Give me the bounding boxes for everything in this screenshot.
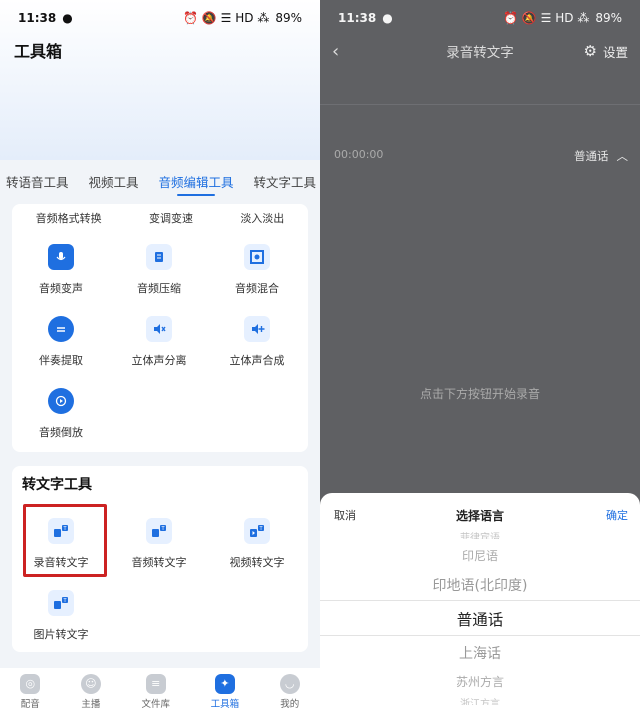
record-hint: 点击下方按钮开始录音: [419, 387, 540, 401]
toolbox-icon: ✦: [214, 673, 235, 694]
mix-icon: [244, 244, 270, 270]
tool-stereo-split[interactable]: 立体声分离: [110, 316, 208, 388]
gear-icon: ⚙: [583, 42, 597, 60]
sheet-title: 选择语言: [455, 509, 504, 523]
chevron-up-icon: ︿: [616, 149, 629, 163]
microphone-icon: [48, 244, 74, 270]
page-title: 工具箱: [14, 42, 63, 61]
dubbing-icon: ◎: [20, 673, 41, 694]
language-selector[interactable]: 普通话 ︿: [574, 148, 628, 164]
video-to-text-icon: T: [244, 518, 270, 544]
picker-option[interactable]: 浙江方言: [320, 695, 640, 705]
bottom-nav: ◎ 配音 ☺ 主播 ≡ 文件库 ✦ 工具箱 ◡ 我的: [0, 668, 320, 715]
picker-option[interactable]: 菲律宾语: [320, 529, 640, 539]
nav-anchor[interactable]: ☺ 主播: [80, 673, 101, 710]
tab-audio-edit[interactable]: 音频编辑工具: [149, 166, 244, 196]
tool-pitch-speed[interactable]: 变调变速: [149, 210, 193, 226]
tab-to-text[interactable]: 转文字工具: [244, 166, 320, 194]
tool-tabs: 转语音工具 视频工具 音频编辑工具 转文字工具: [0, 166, 320, 196]
status-bar: 11:38 ● ⏰ 🔕 ☰ HD ⁂ 89%: [0, 0, 320, 36]
picker-option[interactable]: 印地语(北印度): [320, 575, 640, 595]
tool-audio-compress[interactable]: 音频压缩: [110, 244, 208, 316]
wechat-icon: ●: [382, 11, 393, 25]
toolbox-screen: 11:38 ● ⏰ 🔕 ☰ HD ⁂ 89% 工具箱 转语音工具 视频工具 音频…: [0, 0, 320, 715]
tool-format-convert[interactable]: 音频格式转换: [36, 210, 102, 226]
highlight-box: [23, 504, 107, 577]
speaker-merge-icon: [244, 316, 270, 342]
extract-icon: [48, 316, 74, 342]
audio-tools-card: 音频格式转换 变调变速 淡入淡出 音频变声 音频压缩 音频混合 伴奏提取 立体声…: [12, 204, 308, 452]
tool-audio-mix[interactable]: 音频混合: [208, 244, 306, 316]
compress-icon: [146, 244, 172, 270]
audio-top-row: 音频格式转换 变调变速 淡入淡出: [12, 204, 308, 226]
tool-audio-reverse[interactable]: 音频倒放: [12, 388, 110, 460]
nav-files[interactable]: ≡ 文件库: [141, 673, 170, 710]
status-icons: ⏰ 🔕 ☰ HD ⁂: [503, 11, 590, 25]
wechat-icon: ●: [62, 11, 73, 25]
tool-image-to-text[interactable]: T 图片转文字: [12, 590, 110, 662]
picker-option[interactable]: 上海话: [320, 643, 640, 663]
status-icons: ⏰ 🔕 ☰ HD ⁂: [183, 11, 270, 25]
language-picker-sheet: 取消 选择语言 确定 菲律宾语 印尼语 印地语(北印度) 普通话 上海话 苏州方…: [320, 493, 640, 715]
picker-option[interactable]: 苏州方言: [320, 673, 640, 690]
profile-icon: ◡: [279, 673, 300, 694]
tool-audio-to-text[interactable]: T 音频转文字: [110, 518, 208, 590]
audio-grid: 音频变声 音频压缩 音频混合 伴奏提取 立体声分离 立体声合成 音频倒放: [12, 244, 308, 460]
picker-selection-top: [320, 600, 640, 601]
status-bar: 11:38 ● ⏰ 🔕 ☰ HD ⁂ 89%: [320, 0, 640, 36]
tool-stereo-merge[interactable]: 立体声合成: [208, 316, 306, 388]
reverse-icon: [48, 388, 74, 414]
picker-selection-bottom: [320, 635, 640, 636]
nav-toolbox[interactable]: ✦ 工具箱: [211, 673, 239, 710]
section-title: 转文字工具: [22, 477, 92, 493]
file-icon: ≡: [145, 673, 166, 694]
sheet-header: 取消 选择语言 确定: [320, 507, 640, 525]
tool-video-to-text[interactable]: T 视频转文字: [208, 518, 306, 590]
tool-voice-change[interactable]: 音频变声: [12, 244, 110, 316]
status-time: 11:38: [18, 11, 57, 25]
top-bar: ‹ 录音转文字 ⚙ 设置: [320, 36, 640, 66]
image-to-text-icon: T: [48, 590, 74, 616]
anchor-face-icon: ☺: [80, 673, 101, 694]
record-timer: 00:00:00: [334, 148, 384, 161]
settings-button[interactable]: ⚙ 设置: [584, 42, 628, 61]
status-time: 11:38: [338, 11, 377, 25]
speaker-split-icon: [146, 316, 172, 342]
divider: [320, 104, 640, 105]
record-to-text-screen: 11:38 ● ⏰ 🔕 ☰ HD ⁂ 89% ‹ 录音转文字 ⚙ 设置 00:0…: [320, 0, 640, 715]
tool-accompaniment-extract[interactable]: 伴奏提取: [12, 316, 110, 388]
nav-dubbing[interactable]: ◎ 配音: [20, 673, 41, 710]
tab-tts[interactable]: 转语音工具: [0, 166, 79, 194]
battery-level: 89%: [595, 11, 622, 25]
nav-me[interactable]: ◡ 我的: [279, 673, 300, 710]
picker-option[interactable]: 印尼语: [320, 547, 640, 564]
battery-level: 89%: [275, 11, 302, 25]
audio-to-text-icon: T: [146, 518, 172, 544]
picker-option-selected[interactable]: 普通话: [320, 608, 640, 630]
confirm-button[interactable]: 确定: [606, 507, 628, 523]
tab-video[interactable]: 视频工具: [79, 166, 149, 194]
tool-fade[interactable]: 淡入淡出: [240, 210, 284, 226]
